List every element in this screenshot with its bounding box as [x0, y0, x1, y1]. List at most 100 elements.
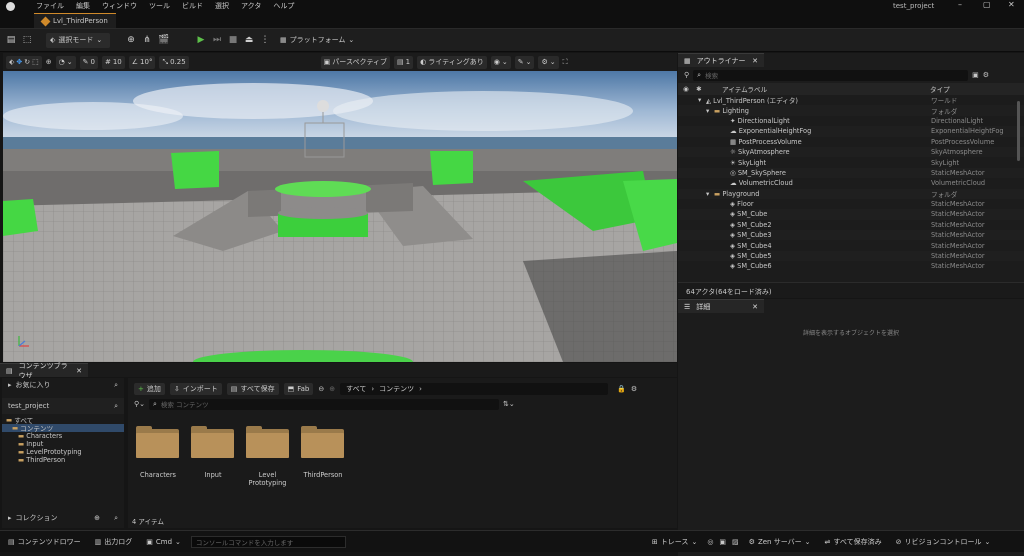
- step-icon[interactable]: ⏭: [212, 35, 222, 45]
- platforms-dropdown[interactable]: ▦ プラットフォーム ⌄: [280, 35, 354, 45]
- unreal-logo-icon[interactable]: [6, 2, 15, 11]
- content-search-input[interactable]: ⌕ 検索 コンテンツ: [149, 398, 499, 410]
- outliner-row[interactable]: ◈ SM_Cube2 StaticMeshActor: [678, 219, 1024, 231]
- folder-input[interactable]: [191, 426, 234, 458]
- import-button[interactable]: ⇩ インポート: [169, 383, 222, 395]
- menu-actor[interactable]: アクタ: [241, 1, 261, 11]
- gear-icon[interactable]: ⚙: [631, 385, 637, 393]
- menu-window[interactable]: ウィンドウ: [102, 1, 137, 11]
- outliner-row[interactable]: ◈ SM_Cube6 StaticMeshActor: [678, 261, 1024, 272]
- cinematics-icon[interactable]: 🎬: [158, 35, 169, 45]
- breadcrumb-all[interactable]: すべて: [346, 384, 366, 394]
- perspective-button[interactable]: ▣ パースペクティブ: [320, 55, 391, 69]
- filter-icon[interactable]: ⚲: [684, 71, 689, 79]
- play-icon[interactable]: ▶: [196, 35, 206, 45]
- blueprint-icon[interactable]: ⋔: [142, 35, 152, 45]
- outliner-row[interactable]: ◈ SM_Cube StaticMeshActor: [678, 209, 1024, 220]
- sort-icon[interactable]: ⇅⌄: [503, 400, 515, 408]
- outliner-scrollbar[interactable]: [1017, 101, 1020, 161]
- close-icon[interactable]: ✕: [76, 367, 82, 375]
- show-flags-button[interactable]: ◉ ⌄: [490, 55, 511, 69]
- folder-add-icon[interactable]: ▣: [972, 71, 979, 79]
- cmd-dropdown[interactable]: ▣ Cmd ⌄: [142, 535, 185, 549]
- chevron-down-icon[interactable]: ▾: [706, 190, 709, 198]
- favorites-header[interactable]: ▸ お気に入り ⌕: [2, 378, 124, 392]
- outliner-search-input[interactable]: ⌕ 検索: [693, 69, 969, 81]
- outliner-row[interactable]: ▾ ▬ Playground フォルダ: [678, 188, 1024, 199]
- menu-tools[interactable]: ツール: [149, 1, 170, 11]
- outliner-row[interactable]: ▾ ▬ Lighting フォルダ: [678, 105, 1024, 116]
- outliner-row[interactable]: ☼ SkyAtmosphere SkyAtmosphere: [678, 146, 1024, 158]
- record-icon[interactable]: ◎: [707, 538, 713, 546]
- filter-icon[interactable]: ⚲⌄: [134, 400, 145, 408]
- select-tool-icon[interactable]: ⬖: [9, 58, 14, 66]
- saved-status[interactable]: ⇌ すべて保存済み: [821, 535, 886, 549]
- search-icon[interactable]: ⌕: [114, 381, 118, 390]
- outliner-row[interactable]: ▾ ◭ Lvl_ThirdPerson (エディタ) ワールド: [678, 95, 1024, 106]
- close-icon[interactable]: ✕: [752, 303, 758, 311]
- outliner-tab[interactable]: ▦ アウトライナー ✕: [678, 53, 764, 67]
- outliner-row[interactable]: ◈ Floor StaticMeshActor: [678, 198, 1024, 210]
- maximize-icon[interactable]: ▢: [983, 0, 991, 9]
- history-back-icon[interactable]: ⊖: [318, 385, 324, 393]
- world-space-icon[interactable]: ⊕: [46, 58, 52, 66]
- maximize-viewport-icon[interactable]: ⛶: [563, 58, 568, 67]
- content-browser-tab[interactable]: ▤ コンテンツブラウザ ✕: [0, 362, 88, 380]
- outliner-row[interactable]: ◈ SM_Cube4 StaticMeshActor: [678, 240, 1024, 251]
- revision-control-button[interactable]: ⊘ リビジョンコントロール ⌄: [892, 535, 995, 549]
- menu-select[interactable]: 選択: [215, 1, 229, 11]
- output-log-button[interactable]: ▥ 出力ログ: [91, 535, 137, 549]
- rotate-tool-icon[interactable]: ↻: [24, 58, 30, 66]
- column-item-label[interactable]: アイテムラベル: [722, 84, 767, 94]
- tree-item-levelprototyping[interactable]: ▬ LevelPrototyping: [2, 448, 124, 456]
- scale-tool-icon[interactable]: ⬚: [32, 58, 39, 66]
- outliner-row[interactable]: ✦ DirectionalLight DirectionalLight: [678, 115, 1024, 127]
- outliner-row[interactable]: ◈ SM_Cube3 StaticMeshActor: [678, 230, 1024, 241]
- folder-thirdperson[interactable]: [301, 426, 344, 458]
- breadcrumb-content[interactable]: コンテンツ: [379, 384, 414, 394]
- column-type[interactable]: タイプ: [930, 84, 950, 94]
- add-button[interactable]: + 追加: [134, 383, 165, 395]
- mode-select-dropdown[interactable]: ⬖ 選択モード ⌄: [46, 32, 110, 48]
- minimize-icon[interactable]: –: [958, 0, 962, 9]
- add-actor-icon[interactable]: ⊕: [126, 35, 136, 45]
- details-tab[interactable]: ☰ 詳細 ✕: [678, 299, 764, 313]
- gear-icon[interactable]: ⚙: [983, 71, 989, 79]
- content-drawer-button[interactable]: ▤ コンテンツドロワー: [4, 535, 85, 549]
- outliner-row[interactable]: ▦ PostProcessVolume PostProcessVolume: [678, 136, 1024, 147]
- visibility-column-icon[interactable]: ◉: [683, 85, 689, 93]
- project-header[interactable]: test_project ⌕: [2, 398, 124, 414]
- folder-characters[interactable]: [136, 426, 179, 458]
- screenshot-icon[interactable]: ▣: [719, 538, 726, 546]
- search-icon[interactable]: ⌕: [114, 514, 118, 523]
- menu-edit[interactable]: 編集: [76, 1, 90, 11]
- menu-help[interactable]: ヘルプ: [273, 1, 294, 11]
- lit-mode-button[interactable]: ◐ ライティングあり: [417, 55, 487, 69]
- outliner-row[interactable]: ◎ SM_SkySphere StaticMeshActor: [678, 167, 1024, 179]
- folder-levelprototyping[interactable]: [246, 426, 289, 458]
- trace-button[interactable]: ⊞ トレース ⌄: [648, 535, 701, 549]
- chevron-down-icon[interactable]: ▾: [706, 107, 709, 115]
- save-icon[interactable]: ▤: [6, 35, 16, 45]
- pin-column-icon[interactable]: ✱: [696, 85, 702, 93]
- outliner-row[interactable]: ☁ ExponentialHeightFog ExponentialHeightF…: [678, 126, 1024, 137]
- tree-item-content[interactable]: ▬ コンテンツ: [2, 424, 124, 433]
- source-control-icon[interactable]: ⬚: [22, 35, 32, 45]
- scale-snap-button[interactable]: ⤡ 0.25: [159, 55, 189, 69]
- tree-item-thirdperson[interactable]: ▬ ThirdPerson: [2, 456, 124, 464]
- grid-snap-button[interactable]: #10: [101, 55, 125, 69]
- outliner-row[interactable]: ☀ SkyLight SkyLight: [678, 157, 1024, 168]
- add-collection-icon[interactable]: ⊕: [94, 514, 100, 522]
- outliner-row[interactable]: ◈ SM_Cube5 StaticMeshActor: [678, 250, 1024, 262]
- history-forward-icon[interactable]: ⊕: [329, 385, 335, 393]
- viewport-settings-button[interactable]: ⚙ ⌄: [538, 55, 559, 69]
- menu-build[interactable]: ビルド: [182, 1, 203, 11]
- zen-server-button[interactable]: ⚙ Zen サーバー ⌄: [745, 535, 815, 549]
- menu-file[interactable]: ファイル: [36, 1, 64, 11]
- close-icon[interactable]: ✕: [752, 57, 758, 65]
- move-tool-icon[interactable]: ✥: [16, 58, 22, 66]
- close-icon[interactable]: ✕: [1008, 0, 1015, 9]
- collections-header[interactable]: ▸ コレクション ⊕ ⌕: [2, 511, 124, 525]
- rotation-snap-button[interactable]: ∠ 10°: [128, 55, 156, 69]
- outliner-row[interactable]: ☁ VolumetricCloud VolumetricCloud: [678, 178, 1024, 189]
